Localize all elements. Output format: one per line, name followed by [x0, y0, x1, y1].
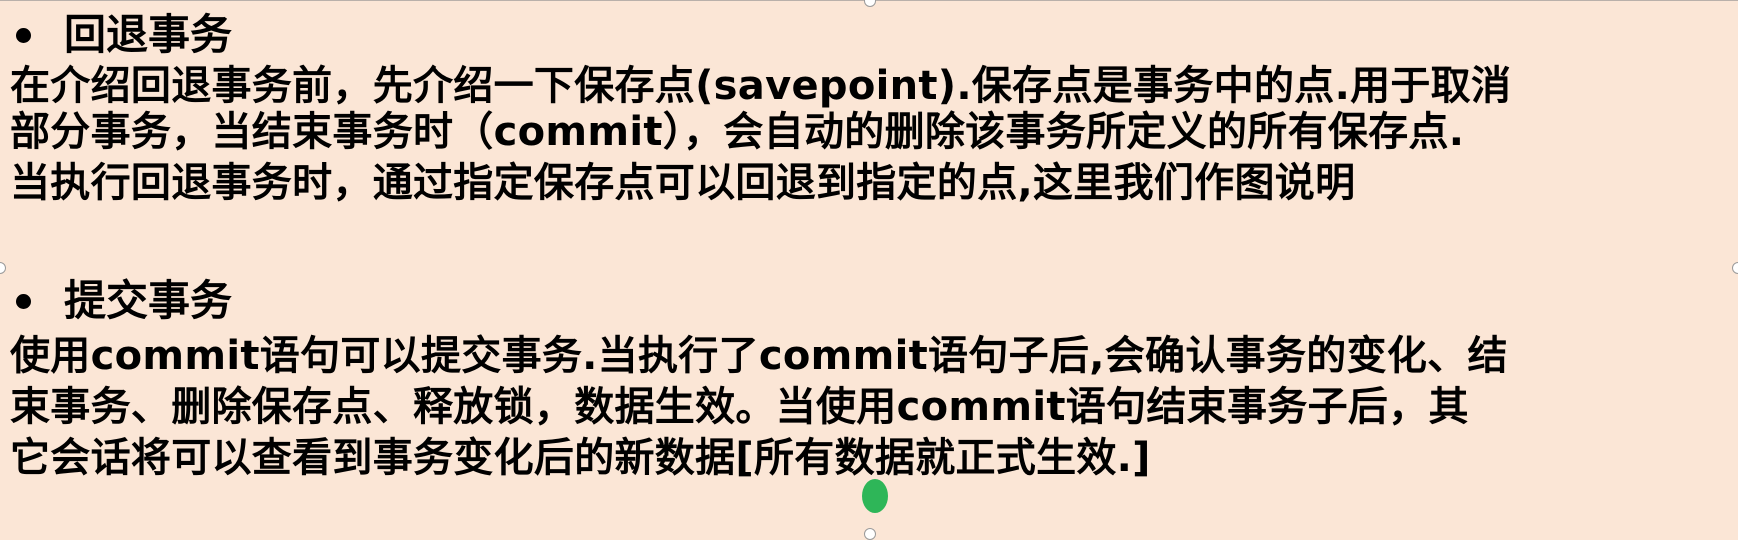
section-heading: 回退事务 — [64, 10, 233, 59]
body-line: 部分事务，当结束事务时（commit），会自动的删除该事务所定义的所有保存点. — [10, 109, 1465, 155]
resize-handle-right[interactable] — [1732, 262, 1738, 274]
body-line: 使用commit语句可以提交事务.当执行了commit语句子后,会确认事务的变化… — [10, 333, 1508, 379]
section-heading: 提交事务 — [64, 276, 233, 325]
body-line: 在介绍回退事务前，先介绍一下保存点(savepoint).保存点是事务中的点.用… — [10, 63, 1512, 109]
body-line: 当执行回退事务时，通过指定保存点可以回退到指定的点,这里我们作图说明 — [10, 160, 1356, 206]
resize-handle-left[interactable] — [0, 262, 6, 274]
section-rollback-heading-row: 回退事务 — [8, 7, 232, 63]
bullet-dot-icon — [16, 27, 31, 43]
resize-handle-bottom[interactable] — [864, 528, 876, 540]
slide-canvas: 回退事务 在介绍回退事务前，先介绍一下保存点(savepoint).保存点是事务… — [0, 0, 1738, 540]
pointer-highlight-icon — [862, 479, 888, 513]
section-commit-body: 使用commit语句可以提交事务.当执行了commit语句子后,会确认事务的变化… — [10, 331, 1730, 484]
section-commit-heading-row: 提交事务 — [8, 273, 232, 329]
body-line: 它会话将可以查看到事务变化后的新数据[所有数据就正式生效.] — [10, 435, 1151, 481]
section-rollback-body: 在介绍回退事务前，先介绍一下保存点(savepoint).保存点是事务中的点.用… — [10, 61, 1730, 209]
body-line: 束事务、删除保存点、释放锁，数据生效。当使用commit语句结束事务子后，其 — [10, 384, 1469, 430]
bullet-dot-icon — [16, 293, 31, 309]
resize-handle-top[interactable] — [864, 0, 876, 7]
